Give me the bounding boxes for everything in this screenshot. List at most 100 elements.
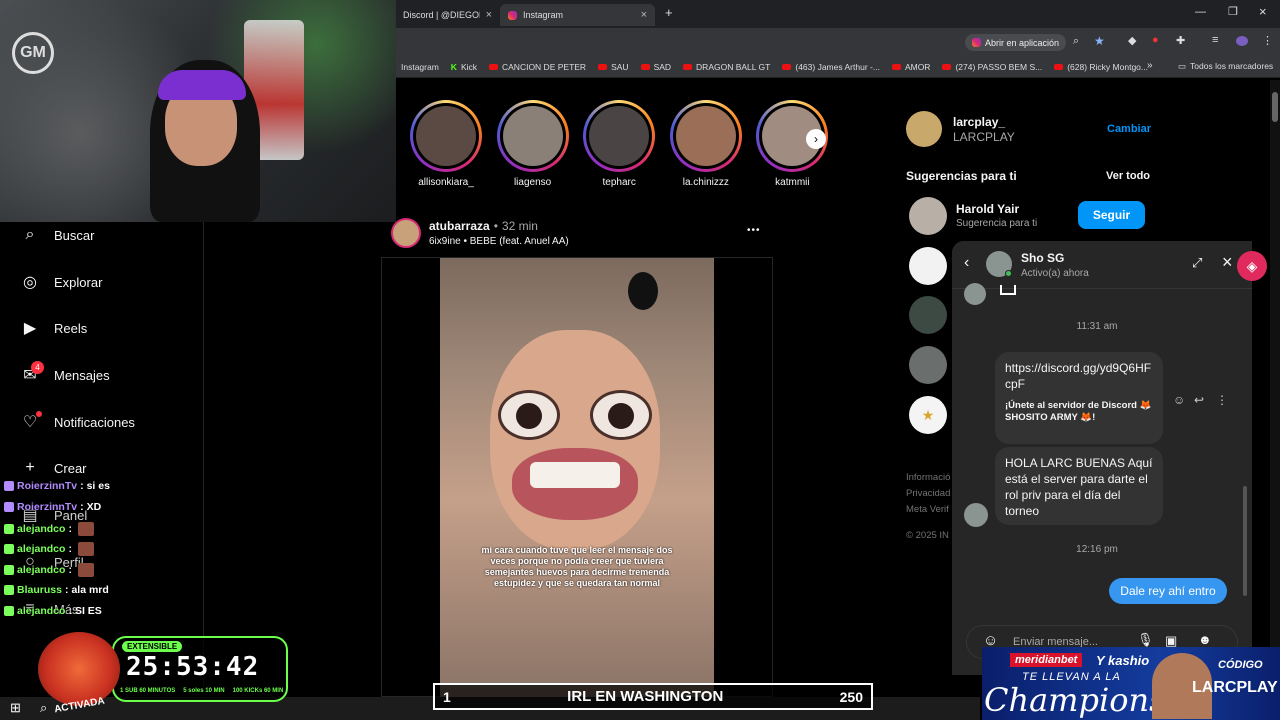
suggestion-avatar[interactable]: [909, 346, 947, 384]
expand-icon[interactable]: ⤢: [1192, 255, 1202, 271]
microphone-icon[interactable]: 🎙: [1137, 632, 1154, 648]
instagram-favicon-icon: [508, 10, 517, 20]
footer-link[interactable]: Privacidad: [906, 486, 950, 502]
chat-name[interactable]: Sho SG: [1021, 251, 1064, 265]
nav-reels[interactable]: ▶ Reels: [20, 318, 87, 338]
close-window-icon[interactable]: ×: [1259, 4, 1267, 19]
bookmark-item[interactable]: DRAGON BALL GT: [677, 62, 776, 72]
footer-link[interactable]: Informació: [906, 470, 950, 486]
post-header: atubarraza • 32 min: [429, 219, 538, 233]
post-song[interactable]: 6ix9ine • BEBE (feat. Anuel AA): [429, 236, 569, 247]
account-username[interactable]: larcplay_: [953, 115, 1005, 129]
close-tab-icon[interactable]: ×: [486, 9, 492, 21]
message-more-icon[interactable]: ⋮: [1216, 393, 1228, 407]
close-chat-icon[interactable]: ×: [1222, 252, 1233, 273]
new-tab-icon[interactable]: +: [665, 5, 673, 20]
story-item[interactable]: la.chinizzz: [669, 100, 742, 188]
bookmark-label: AMOR: [904, 61, 931, 72]
video-right-eye: [590, 390, 652, 440]
post-username[interactable]: atubarraza: [429, 219, 490, 233]
stream-chat-line: alejandco:: [4, 542, 94, 557]
tab-instagram[interactable]: Instagram ×: [500, 4, 655, 26]
story-item[interactable]: allisonkiara_: [410, 100, 482, 188]
message-bubble[interactable]: https://discord.gg/yd9Q6HFcpF ¡Únete al …: [995, 352, 1163, 444]
more-bookmarks-icon[interactable]: »: [1147, 60, 1153, 71]
bookmark-item[interactable]: CANCION DE PETER: [483, 62, 592, 72]
media-icon[interactable]: ≡: [1212, 34, 1218, 46]
taskbar-search-icon[interactable]: ⌕: [40, 700, 47, 716]
windows-start-icon[interactable]: ⊞: [10, 700, 21, 716]
chat-scrollbar[interactable]: [1243, 486, 1247, 596]
sticker-icon[interactable]: ☻: [1198, 632, 1212, 647]
back-icon[interactable]: ‹: [964, 254, 969, 272]
stories-next-button[interactable]: ›: [806, 129, 826, 149]
minimize-icon[interactable]: —: [1195, 6, 1206, 18]
post-time: 32 min: [501, 219, 538, 233]
bookmark-item[interactable]: (274) PASSO BEM S...: [936, 62, 1048, 72]
story-item[interactable]: liagenso: [496, 100, 569, 188]
chat-status: Activo(a) ahora: [1021, 268, 1089, 279]
bookmark-item[interactable]: (463) James Arthur -...: [776, 62, 886, 72]
profile-avatar[interactable]: [1236, 36, 1248, 46]
open-in-app-chip[interactable]: Abrir en aplicación: [965, 34, 1067, 51]
restore-icon[interactable]: ❐: [1228, 5, 1238, 18]
bookmark-item[interactable]: SAD: [635, 62, 677, 72]
post-avatar[interactable]: [391, 218, 421, 248]
post-more-icon[interactable]: •••: [747, 225, 761, 236]
nav-search[interactable]: ⌕ Buscar: [20, 225, 95, 245]
bookmark-instagram[interactable]: Instagram: [395, 62, 445, 72]
suggestion-avatar[interactable]: [909, 247, 947, 285]
zoom-icon[interactable]: ⌕: [1073, 35, 1079, 48]
account-avatar[interactable]: [906, 111, 942, 147]
sponsor-partner: Y kashio: [1096, 653, 1150, 668]
switch-account-link[interactable]: Cambiar: [1107, 123, 1151, 135]
page-scroll-thumb[interactable]: [1272, 92, 1278, 122]
bookmark-item[interactable]: (628) Ricky Montgo...: [1048, 62, 1154, 72]
reply-icon[interactable]: ↩: [1194, 393, 1204, 407]
follow-button[interactable]: Seguir: [1078, 201, 1145, 229]
subathon-timer: EXTENSIBLE 25:53:42 1 SUB 60 MINUTOS 5 s…: [112, 636, 288, 702]
sent-message-bubble[interactable]: Dale rey ahí entro: [1109, 578, 1227, 604]
bookmark-star-icon[interactable]: ★: [1094, 34, 1105, 48]
tab-discord[interactable]: Discord | @DIEGOMAL ×: [395, 4, 500, 26]
bookmark-item[interactable]: SAU: [592, 62, 634, 72]
chat-badge-icon: [4, 585, 14, 595]
chat-separator: :: [68, 564, 72, 577]
emoji-react-icon[interactable]: ☺: [1173, 393, 1185, 407]
puzzle-icon[interactable]: ✚: [1176, 34, 1185, 47]
folder-icon: ▭: [1178, 61, 1187, 71]
extension-icon[interactable]: ◆: [1128, 34, 1136, 47]
youtube-icon: [1054, 63, 1064, 70]
extension-floating-icon[interactable]: ◈: [1237, 251, 1267, 281]
footer-link[interactable]: Meta Verif: [906, 502, 950, 518]
suggestion-avatar[interactable]: ★: [909, 396, 947, 434]
gm-logo: GM: [12, 32, 54, 74]
suggestion-name[interactable]: Harold Yair: [956, 202, 1019, 216]
sponsor-brand: meridianbet: [1010, 653, 1083, 667]
bookmark-label: (628) Ricky Montgo...: [1067, 61, 1148, 72]
see-all-link[interactable]: Ver todo: [1106, 170, 1150, 182]
chat-message: ala mrd: [71, 584, 109, 596]
bookmark-kick[interactable]: K Kick: [445, 62, 483, 72]
video-lamp: [628, 272, 658, 310]
nav-explore[interactable]: ◎ Explorar: [20, 272, 102, 292]
story-username: liagenso: [513, 177, 552, 188]
nav-create[interactable]: + Crear: [20, 458, 86, 478]
instagram-icon: [972, 38, 981, 47]
invite-link[interactable]: https://discord.gg/yd9Q6HFcpF: [1005, 360, 1153, 392]
suggestion-avatar[interactable]: [909, 296, 947, 334]
kebab-menu-icon[interactable]: ⋮: [1262, 34, 1273, 47]
message-bubble[interactable]: HOLA LARC BUENAS Aquí está el server par…: [995, 447, 1163, 525]
nav-divider: [203, 222, 204, 692]
youtube-icon: [942, 63, 952, 70]
bookmark-item[interactable]: AMOR: [886, 62, 937, 72]
story-item[interactable]: tepharc: [583, 100, 656, 188]
all-bookmarks-button[interactable]: ▭ Todos los marcadores: [1178, 61, 1273, 72]
story-username: tepharc: [602, 177, 636, 188]
page-scrollbar[interactable]: [1270, 80, 1280, 697]
tab-label: Discord | @DIEGOMAL: [403, 10, 480, 20]
extension-red-icon[interactable]: ●: [1152, 34, 1159, 46]
suggestion-avatar[interactable]: [909, 197, 947, 235]
chat-username: alejandco: [17, 522, 66, 535]
close-tab-icon[interactable]: ×: [641, 9, 647, 21]
